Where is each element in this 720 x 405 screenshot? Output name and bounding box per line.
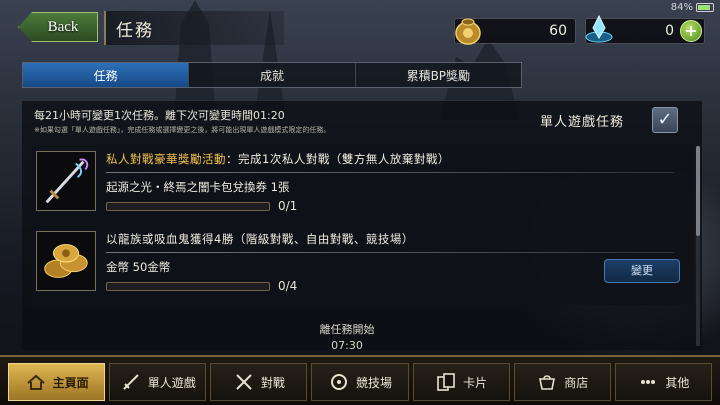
solo-quest-label: 單人遊戲任務 — [540, 115, 625, 130]
tab-bar: 任務 成就 累積BP獎勵 — [22, 62, 522, 88]
gold-amount: 60 — [549, 23, 567, 39]
quest-reward: 起源之光・終焉之闇卡包兌換券 1張 — [106, 180, 290, 194]
quest-progress-bar — [106, 202, 270, 211]
quest-progress-bar — [106, 282, 270, 291]
add-bp-button[interactable]: + — [680, 20, 702, 42]
nav-other[interactable]: 其他 — [614, 363, 712, 401]
home-icon — [26, 374, 45, 390]
bp-amount: 0 — [665, 23, 674, 39]
next-quest-time: 07:30 — [331, 339, 363, 352]
shop-icon — [539, 375, 556, 390]
nav-label: 卡片 — [463, 375, 488, 390]
quest-item: 私人對戰豪華獎勵活動：完成1次私人對戰（雙方無人放棄對戰） 起源之光・終焉之闇卡… — [32, 145, 694, 225]
gold-coins-icon — [36, 231, 96, 291]
quest-title-rest: 以龍族或吸血鬼獲得4勝（階級對戰、自由對戰、競技場） — [106, 232, 414, 246]
cards-icon — [437, 373, 455, 391]
nav-shop[interactable]: 商店 — [513, 363, 611, 401]
nav-home[interactable]: 主頁面 — [8, 363, 106, 401]
quest-progress-text: 0/1 — [278, 199, 298, 213]
quest-item: 以龍族或吸血鬼獲得4勝（階級對戰、自由對戰、競技場） 金幣 50金幣 0/4 變… — [32, 225, 694, 305]
page-title-text: 任務 — [116, 20, 154, 41]
quest-title: 私人對戰豪華獎勵活動：完成1次私人對戰（雙方無人放棄對戰） — [106, 151, 450, 167]
nav-battle[interactable]: 對戰 — [210, 363, 308, 401]
quest-reward: 金幣 50金幣 — [106, 260, 171, 274]
solo-note: ※如果勾選「單人遊戲任務」，完成任務或選擇變更之後，將可能出現單人遊戲模式限定的… — [34, 126, 331, 134]
quest-title-highlight: 私人對戰豪華獎勵活動 — [106, 152, 226, 166]
nav-label: 競技場 — [355, 375, 392, 390]
nav-label: 商店 — [564, 375, 589, 390]
arena-icon — [330, 374, 347, 390]
quest-title-rest: ：完成1次私人對戰（雙方無人放棄對戰） — [226, 152, 450, 166]
gold-pouch-icon — [455, 18, 481, 45]
back-label: Back — [47, 18, 79, 35]
nav-label: 主頁面 — [52, 375, 89, 390]
quest-title: 以龍族或吸血鬼獲得4勝（階級對戰、自由對戰、競技場） — [106, 231, 414, 247]
crossed-swords-icon — [236, 374, 252, 390]
other-icon — [641, 380, 656, 384]
scrollbar[interactable] — [696, 146, 700, 346]
nav-arena[interactable]: 競技場 — [311, 363, 409, 401]
gold-counter: 60 — [454, 18, 576, 45]
crystal-icon — [585, 14, 613, 43]
page-title: 任務 — [104, 11, 284, 45]
sword-icon — [36, 151, 96, 211]
nav-cards[interactable]: 卡片 — [412, 363, 510, 401]
status-bar: 84% — [671, 2, 714, 13]
tab-achievements[interactable]: 成就 — [189, 63, 356, 87]
nav-solo[interactable]: 單人遊戲 — [109, 363, 207, 401]
back-button[interactable]: Back — [18, 12, 98, 42]
checkmark-icon: ✓ — [657, 109, 673, 130]
nav-label: 單人遊戲 — [147, 375, 196, 390]
bp-counter: 0 + — [585, 14, 705, 44]
nav-label: 其他 — [665, 375, 690, 390]
scrollbar-thumb[interactable] — [696, 146, 700, 236]
change-quest-button[interactable]: 變更 — [604, 259, 680, 283]
next-quest-label: 離任務開始 — [319, 323, 375, 336]
solo-sword-icon — [122, 374, 139, 390]
nav-label: 對戰 — [260, 375, 285, 390]
solo-quest-checkbox[interactable]: ✓ — [652, 107, 678, 133]
tab-bp-rewards[interactable]: 累積BP獎勵 — [356, 63, 521, 87]
battery-text: 84% — [670, 2, 693, 13]
quest-progress-text: 0/4 — [278, 279, 298, 293]
quest-panel: 每21小時可變更1次任務。離下次可變更時間01:20 ※如果勾選「單人遊戲任務」… — [22, 100, 702, 352]
bottom-nav: 主頁面 單人遊戲 對戰 競技場 卡片 商店 其他 — [0, 355, 720, 405]
battery-icon — [696, 3, 714, 12]
change-info: 每21小時可變更1次任務。離下次可變更時間01:20 — [34, 109, 285, 122]
tab-quests[interactable]: 任務 — [23, 63, 190, 87]
